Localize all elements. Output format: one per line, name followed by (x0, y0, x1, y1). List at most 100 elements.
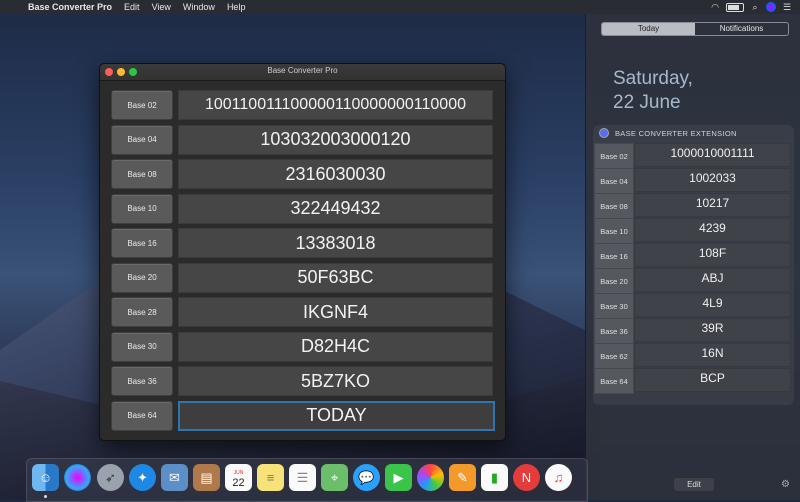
value-field[interactable]: D82H4C (178, 331, 493, 362)
converter-row: Base 04 103032003000120 (111, 124, 493, 155)
value-field[interactable]: 50F63BC (178, 262, 493, 293)
menu-edit[interactable]: Edit (118, 2, 146, 12)
extension-title: BASE CONVERTER EXTENSION (615, 128, 737, 138)
music-icon[interactable]: ♫ (545, 464, 572, 491)
facetime-icon[interactable]: ▶ (385, 464, 412, 491)
tab-notifications[interactable]: Notifications (695, 23, 788, 35)
extension-row: Base 16 108F (594, 243, 793, 269)
edit-button[interactable]: Edit (674, 478, 714, 491)
extension-base-label[interactable]: Base 36 (594, 318, 634, 344)
converter-row: Base 20 50F63BC (111, 262, 493, 293)
value-field[interactable]: 103032003000120 (178, 124, 493, 155)
extension-app-icon (599, 128, 609, 138)
finder-icon[interactable]: ☺ (32, 464, 59, 491)
extension-base-label[interactable]: Base 30 (594, 293, 634, 319)
menu-view[interactable]: View (146, 2, 177, 12)
launchpad-icon[interactable]: ➶ (97, 464, 124, 491)
dock: ☺ ➶ ✦ ✉ ▤ JUN 22 ≡ ☰ ⌖ 💬 ▶ ✎ ▮ N ♫ (26, 458, 588, 502)
title-bar[interactable]: Base Converter Pro (100, 64, 505, 81)
extension-value[interactable]: 4L9 (634, 293, 791, 317)
extension-row: Base 10 4239 (594, 218, 793, 244)
menu-help[interactable]: Help (221, 2, 252, 12)
extension-value[interactable]: 39R (634, 318, 791, 342)
menu-app-name[interactable]: Base Converter Pro (22, 2, 118, 12)
base-button[interactable]: Base 30 (111, 331, 173, 362)
value-field[interactable]: 13383018 (178, 228, 493, 258)
base-button[interactable]: Base 10 (111, 193, 173, 224)
notification-center: Today Notifications Saturday, 22 June BA… (585, 14, 800, 500)
today-date-text: 22 June (613, 92, 681, 113)
value-field[interactable]: IKGNF4 (178, 297, 493, 327)
extension-value[interactable]: 1002033 (634, 168, 791, 192)
base-button[interactable]: Base 04 (111, 124, 173, 155)
extension-row: Base 20 ABJ (594, 268, 793, 294)
safari-icon[interactable]: ✦ (129, 464, 156, 491)
calendar-icon[interactable]: JUN 22 (225, 464, 252, 491)
converter-row: Base 08 2316030030 (111, 159, 493, 189)
value-field[interactable]: 100110011100000110000000110000 (178, 90, 493, 120)
notification-center-tabs: Today Notifications (601, 22, 789, 36)
extension-row: Base 36 39R (594, 318, 793, 344)
news-icon[interactable]: N (513, 464, 540, 491)
value-field-focused[interactable]: TODAY (178, 400, 495, 431)
value-field[interactable]: 2316030030 (178, 159, 493, 189)
pages-icon[interactable]: ✎ (449, 464, 476, 491)
extension-row: Base 04 1002033 (594, 168, 793, 194)
converter-row: Base 36 5BZ7KO (111, 366, 493, 396)
wifi-icon[interactable]: ◠ (710, 2, 720, 12)
extension-value[interactable]: 108F (634, 243, 791, 267)
base-button[interactable]: Base 16 (111, 228, 173, 258)
base-button[interactable]: Base 36 (111, 366, 173, 396)
base-button[interactable]: Base 08 (111, 159, 173, 189)
base-button[interactable]: Base 02 (111, 90, 173, 120)
notification-center-icon[interactable]: ☰ (782, 2, 792, 12)
converter-row: Base 30 D82H4C (111, 331, 493, 362)
extension-row: Base 62 16N (594, 343, 793, 369)
extension-base-label[interactable]: Base 64 (594, 368, 634, 394)
extension-value[interactable]: 1000010001111 (634, 143, 791, 167)
photos-icon[interactable] (417, 464, 444, 491)
maps-icon[interactable]: ⌖ (321, 464, 348, 491)
today-date: Saturday, 22 June (613, 67, 693, 115)
extension-base-label[interactable]: Base 16 (594, 243, 634, 269)
settings-gear-icon[interactable]: ⚙ (780, 479, 791, 490)
tab-today[interactable]: Today (602, 23, 695, 35)
extension-base-label[interactable]: Base 62 (594, 343, 634, 369)
spotlight-icon[interactable]: ⌕ (750, 2, 760, 12)
extension-base-label[interactable]: Base 08 (594, 193, 634, 219)
extension-value[interactable]: 4239 (634, 218, 791, 242)
extension-base-label[interactable]: Base 02 (594, 143, 634, 169)
extension-row: Base 64 BCP (594, 368, 793, 394)
siri-icon[interactable] (64, 464, 91, 491)
base-button[interactable]: Base 28 (111, 297, 173, 327)
extension-base-label[interactable]: Base 10 (594, 218, 634, 244)
extension-value[interactable]: 16N (634, 343, 791, 367)
extension-base-label[interactable]: Base 04 (594, 168, 634, 194)
reminders-icon[interactable]: ☰ (289, 464, 316, 491)
extension-value[interactable]: 10217 (634, 193, 791, 217)
running-indicator (44, 495, 47, 498)
extension-header: BASE CONVERTER EXTENSION (593, 125, 794, 141)
extension-row: Base 08 10217 (594, 193, 793, 219)
notes-icon[interactable]: ≡ (257, 464, 284, 491)
base-button[interactable]: Base 64 (111, 400, 173, 431)
extension-row: Base 30 4L9 (594, 293, 793, 319)
calendar-day: 22 (232, 476, 245, 489)
extension-row: Base 02 1000010001111 (594, 143, 793, 169)
value-field[interactable]: 322449432 (178, 193, 493, 224)
window-title: Base Converter Pro (267, 66, 338, 75)
value-field[interactable]: 5BZ7KO (178, 366, 493, 396)
contacts-icon[interactable]: ▤ (193, 464, 220, 491)
extension-value[interactable]: ABJ (634, 268, 791, 292)
converter-row: Base 10 322449432 (111, 193, 493, 224)
messages-icon[interactable]: 💬 (353, 464, 380, 491)
battery-icon[interactable] (726, 2, 744, 12)
numbers-icon[interactable]: ▮ (481, 464, 508, 491)
menu-window[interactable]: Window (177, 2, 221, 12)
mail-icon[interactable]: ✉ (161, 464, 188, 491)
extension-value[interactable]: BCP (634, 368, 791, 392)
base-button[interactable]: Base 20 (111, 262, 173, 293)
siri-menu-icon[interactable] (766, 2, 776, 12)
extension-base-label[interactable]: Base 20 (594, 268, 634, 294)
extension-widget: BASE CONVERTER EXTENSION Base 02 10000100… (593, 125, 794, 405)
